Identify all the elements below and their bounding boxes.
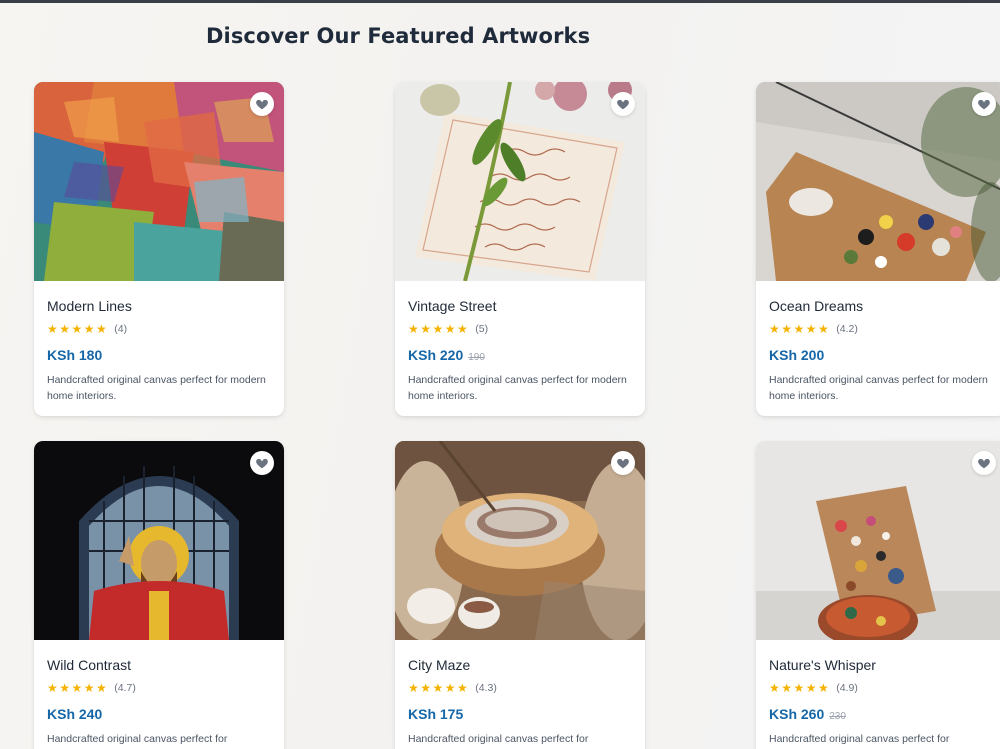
artwork-card[interactable]: Modern Lines ★★★★★ (4) KSh 180 Handcraft… <box>34 82 284 416</box>
artwork-description: Handcrafted original canvas perfect for <box>769 733 950 745</box>
artwork-title[interactable]: Wild Contrast <box>47 657 131 673</box>
rating: ★★★★★ (4.3) <box>408 681 497 695</box>
artwork-title[interactable]: City Maze <box>408 657 470 673</box>
rating: ★★★★★ (5) <box>408 322 488 336</box>
price: KSh 220 <box>408 347 464 363</box>
artwork-image[interactable] <box>756 441 1000 640</box>
heart-icon <box>256 458 268 469</box>
artwork-description: Handcrafted original canvas perfect for <box>408 733 589 745</box>
artwork-title[interactable]: Modern Lines <box>47 298 132 314</box>
star-rating-icons: ★★★★★ <box>408 322 470 336</box>
favorite-button[interactable] <box>972 92 996 116</box>
star-rating-icons: ★★★★★ <box>47 681 109 695</box>
rating: ★★★★★ (4.7) <box>47 681 136 695</box>
artwork-title[interactable]: Ocean Dreams <box>769 298 863 314</box>
artwork-image[interactable] <box>756 82 1000 281</box>
artwork-image[interactable] <box>395 82 645 281</box>
artwork-card[interactable]: Ocean Dreams ★★★★★ (4.2) KSh 200 Handcra… <box>756 82 1000 416</box>
favorite-button[interactable] <box>972 451 996 475</box>
rating-value: (4.2) <box>836 323 858 335</box>
page-title: Discover Our Featured Artworks <box>206 24 591 48</box>
favorite-button[interactable] <box>250 451 274 475</box>
rating-value: (5) <box>475 323 489 335</box>
rating-value: (4) <box>114 323 128 335</box>
heart-icon <box>617 458 629 469</box>
artwork-card[interactable]: Vintage Street ★★★★★ (5) KSh 220 190 Han… <box>395 82 645 416</box>
rating-value: (4.7) <box>114 682 136 694</box>
rating-value: (4.3) <box>475 682 497 694</box>
rating: ★★★★★ (4.9) <box>769 681 858 695</box>
artwork-card[interactable]: City Maze ★★★★★ (4.3) KSh 175 Handcrafte… <box>395 441 645 749</box>
price-row: KSh 200 <box>769 347 829 363</box>
price: KSh 240 <box>47 706 103 722</box>
artwork-card[interactable]: Wild Contrast ★★★★★ (4.7) KSh 240 Handcr… <box>34 441 284 749</box>
rating: ★★★★★ (4) <box>47 322 127 336</box>
price-row: KSh 180 <box>47 347 107 363</box>
favorite-button[interactable] <box>611 92 635 116</box>
artwork-description: Handcrafted original canvas perfect for <box>47 733 228 745</box>
heart-icon <box>256 99 268 110</box>
price: KSh 180 <box>47 347 103 363</box>
price: KSh 200 <box>769 347 825 363</box>
artwork-image[interactable] <box>395 441 645 640</box>
heart-icon <box>617 99 629 110</box>
rating: ★★★★★ (4.2) <box>769 322 858 336</box>
price-row: KSh 175 <box>408 706 468 722</box>
star-rating-icons: ★★★★★ <box>47 322 109 336</box>
old-price: 190 <box>468 352 485 363</box>
price: KSh 260 <box>769 706 825 722</box>
favorite-button[interactable] <box>611 451 635 475</box>
artwork-card[interactable]: Nature's Whisper ★★★★★ (4.9) KSh 260 230… <box>756 441 1000 749</box>
top-divider <box>0 0 1000 3</box>
artwork-description: Handcrafted original canvas perfect for … <box>408 374 627 402</box>
price-row: KSh 240 <box>47 706 107 722</box>
artwork-image[interactable] <box>34 441 284 640</box>
heart-icon <box>978 458 990 469</box>
price-row: KSh 260 230 <box>769 706 846 722</box>
star-rating-icons: ★★★★★ <box>408 681 470 695</box>
star-rating-icons: ★★★★★ <box>769 681 831 695</box>
rating-value: (4.9) <box>836 682 858 694</box>
artwork-title[interactable]: Vintage Street <box>408 298 496 314</box>
favorite-button[interactable] <box>250 92 274 116</box>
price-row: KSh 220 190 <box>408 347 485 363</box>
artwork-description: Handcrafted original canvas perfect for … <box>47 374 266 402</box>
artwork-description: Handcrafted original canvas perfect for … <box>769 374 988 402</box>
artwork-image[interactable] <box>34 82 284 281</box>
old-price: 230 <box>829 711 846 722</box>
artwork-title[interactable]: Nature's Whisper <box>769 657 876 673</box>
heart-icon <box>978 99 990 110</box>
price: KSh 175 <box>408 706 464 722</box>
star-rating-icons: ★★★★★ <box>769 322 831 336</box>
